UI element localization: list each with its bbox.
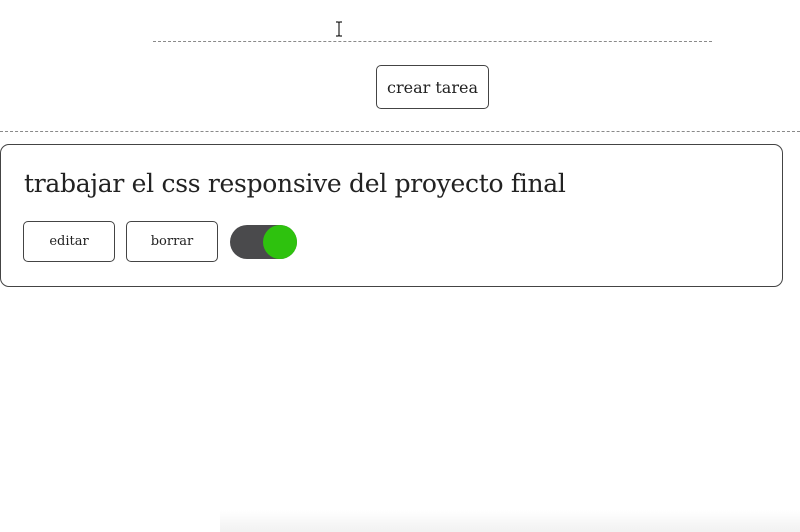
edit-task-button[interactable]: editar (23, 221, 115, 262)
bottom-shadow (220, 510, 800, 532)
section-divider (0, 131, 800, 132)
new-task-field-wrapper (153, 14, 712, 42)
delete-task-button[interactable]: borrar (126, 221, 218, 262)
new-task-input[interactable] (153, 14, 712, 42)
text-cursor-icon (336, 21, 342, 37)
task-title: trabajar el css responsive del proyecto … (24, 169, 566, 198)
todo-app: crear tarea trabajar el css responsive d… (0, 0, 800, 532)
toggle-knob (263, 225, 297, 259)
task-done-toggle[interactable] (230, 225, 297, 259)
create-task-button[interactable]: crear tarea (376, 65, 489, 109)
task-card: trabajar el css responsive del proyecto … (0, 144, 783, 287)
